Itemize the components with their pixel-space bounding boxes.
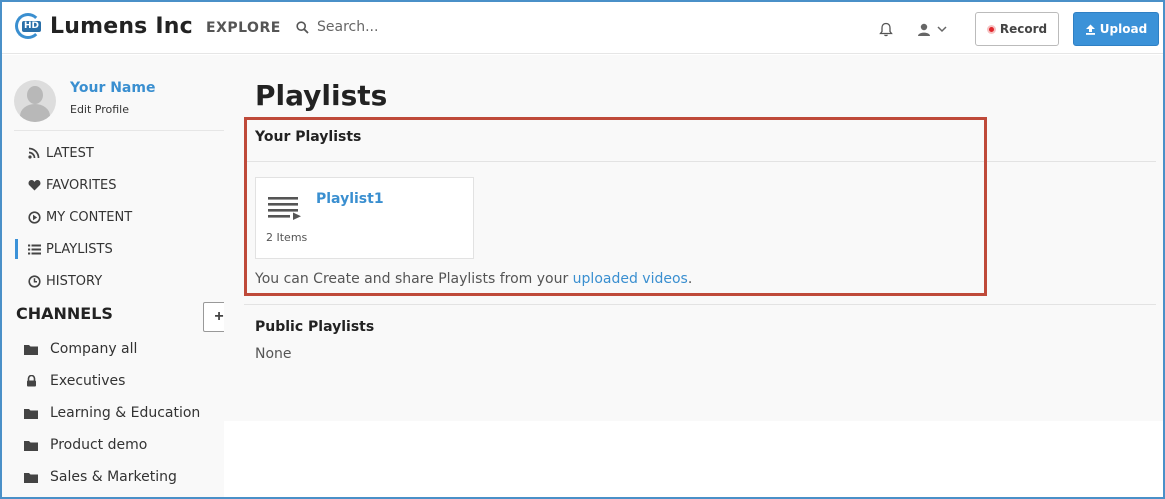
search-box[interactable]: [296, 19, 477, 35]
record-label: Record: [999, 22, 1048, 36]
edit-profile-link[interactable]: Edit Profile: [70, 103, 129, 116]
clock-icon: [26, 274, 42, 288]
logo-mark-icon: HD: [15, 13, 42, 39]
user-menu[interactable]: [917, 23, 947, 36]
channel-item-company-all[interactable]: Company all: [24, 333, 200, 365]
section-divider: [244, 304, 1156, 305]
sidebar-item-label: LATEST: [46, 145, 94, 161]
record-dot-icon: [986, 24, 996, 34]
public-playlists-heading: Public Playlists: [255, 319, 375, 335]
list-icon: [26, 244, 42, 255]
user-icon: [918, 23, 930, 36]
notifications-bell-icon[interactable]: [879, 22, 893, 41]
sidebar-item-label: FAVORITES: [46, 177, 117, 193]
channel-label: Sales & Marketing: [50, 469, 177, 485]
sidebar-item-playlists[interactable]: PLAYLISTS: [14, 233, 132, 265]
main-content: Playlists Your Playlists Playlist1 2 Ite…: [224, 55, 1163, 421]
heart-icon: [26, 179, 42, 191]
logo[interactable]: HD Lumens Inc: [15, 13, 193, 39]
your-playlists-heading: Your Playlists: [255, 129, 362, 145]
sidebar-item-history[interactable]: HISTORY: [16, 265, 132, 297]
playlist-card[interactable]: Playlist1 2 Items: [255, 177, 474, 259]
sidebar-item-my-content[interactable]: MY CONTENT: [16, 201, 132, 233]
play-circle-icon: [26, 210, 42, 224]
sidebar-item-label: PLAYLISTS: [46, 241, 113, 257]
profile-block: Your Name Edit Profile: [14, 80, 155, 122]
sidebar: Your Name Edit Profile LATEST FAVORITES: [2, 55, 236, 497]
avatar[interactable]: [14, 80, 56, 122]
sidebar-divider: [14, 130, 236, 131]
sidebar-item-label: MY CONTENT: [46, 209, 133, 225]
playlist-icon: [268, 196, 302, 226]
playlist-title-link[interactable]: Playlist1: [316, 191, 384, 207]
upload-icon: [1085, 24, 1095, 35]
chevron-down-icon: [937, 26, 947, 33]
channels-heading: CHANNELS: [16, 304, 113, 323]
folder-icon: [24, 344, 38, 355]
sidebar-item-latest[interactable]: LATEST: [16, 137, 132, 169]
uploaded-videos-link[interactable]: uploaded videos: [573, 271, 688, 287]
channel-list: Company all Executives Learning & Educat…: [24, 333, 200, 493]
public-playlists-empty: None: [255, 346, 292, 362]
upload-button[interactable]: Upload: [1073, 12, 1159, 46]
record-button[interactable]: Record: [975, 12, 1059, 46]
hint-text: You can Create and share Playlists from …: [255, 271, 573, 287]
hint-end: .: [687, 271, 693, 287]
channel-label: Executives: [50, 373, 126, 389]
channel-item-executives[interactable]: Executives: [24, 365, 200, 397]
sidebar-item-favorites[interactable]: FAVORITES: [16, 169, 132, 201]
upload-label: Upload: [1099, 22, 1148, 36]
playlist-item-count: 2 Items: [266, 231, 308, 244]
search-icon: [296, 20, 309, 34]
top-header: HD Lumens Inc EXPLORE Record: [2, 2, 1163, 54]
channel-item-product-demo[interactable]: Product demo: [24, 429, 200, 461]
folder-icon: [24, 440, 38, 451]
channel-label: Product demo: [50, 437, 148, 453]
channel-label: Company all: [50, 341, 138, 357]
folder-icon: [24, 408, 38, 419]
profile-name[interactable]: Your Name: [70, 80, 155, 96]
logo-text: Lumens Inc: [50, 13, 193, 39]
explore-link[interactable]: EXPLORE: [206, 20, 281, 36]
sidebar-item-label: HISTORY: [46, 273, 103, 289]
channel-item-sales-marketing[interactable]: Sales & Marketing: [24, 461, 200, 493]
lock-icon: [24, 375, 38, 387]
folder-icon: [24, 472, 38, 483]
logo-badge: HD: [22, 20, 42, 32]
page-title: Playlists: [255, 79, 388, 112]
channel-label: Learning & Education: [50, 405, 201, 421]
channel-item-learning-education[interactable]: Learning & Education: [24, 397, 200, 429]
search-input[interactable]: [317, 19, 477, 35]
sidebar-menu: LATEST FAVORITES MY CONTENT PLAYLISTS HI…: [14, 137, 132, 297]
section-divider: [244, 161, 1156, 162]
playlist-hint: You can Create and share Playlists from …: [255, 271, 692, 287]
rss-icon: [26, 147, 42, 159]
